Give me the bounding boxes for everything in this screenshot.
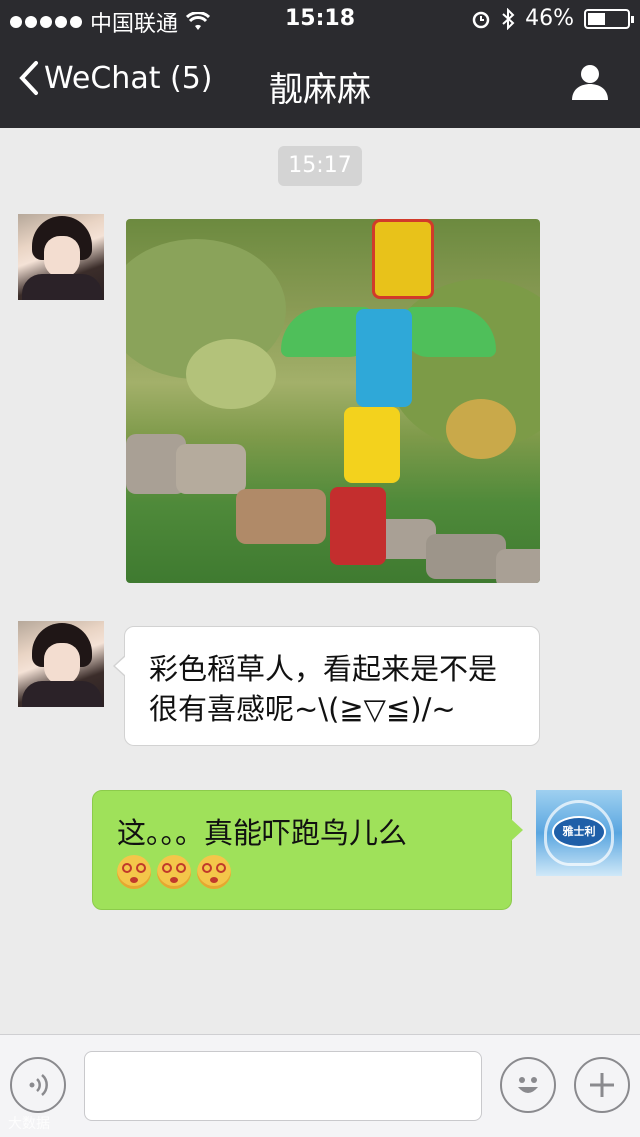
dizzy-face-icon: [117, 855, 151, 889]
my-avatar[interactable]: 雅士利: [536, 790, 622, 876]
profile-icon[interactable]: [570, 62, 610, 102]
incoming-message-bubble[interactable]: 彩色稻草人，看起来是不是很有喜感呢~\(≧▽≦)/~: [113, 626, 540, 746]
plus-icon: [590, 1073, 614, 1097]
input-bar: [0, 1034, 640, 1137]
chat-area[interactable]: 15:17 彩色稻草人，看起来是不是很有喜感呢~\(≧▽≦)/~ 这。。。真能吓…: [0, 128, 640, 1034]
alarm-icon: [472, 11, 490, 28]
message-text: 彩色稻草人，看起来是不是很有喜感呢~\(≧▽≦)/~: [149, 652, 498, 726]
battery-icon: [584, 8, 634, 29]
more-button[interactable]: [574, 1057, 630, 1113]
message-input[interactable]: [84, 1051, 482, 1121]
dizzy-face-icon: [197, 855, 231, 889]
contact-avatar[interactable]: [18, 621, 104, 707]
chat-title: 靓麻麻: [269, 70, 371, 110]
status-bar: 中国联通 15:18 46%: [0, 0, 640, 40]
watermark: 大数据: [8, 1116, 50, 1132]
contact-avatar[interactable]: [18, 214, 104, 300]
voice-icon: [29, 1074, 48, 1096]
image-message[interactable]: [126, 219, 540, 583]
brand-logo: 雅士利: [552, 816, 606, 848]
voice-button[interactable]: [10, 1057, 66, 1113]
message-text: 这。。。真能吓跑鸟儿么: [117, 816, 408, 850]
status-right: 46%: [471, 6, 634, 31]
emoji-row: [117, 855, 487, 889]
smiley-icon: [518, 1077, 538, 1093]
battery-percent: 46%: [525, 6, 574, 31]
nav-bar: WeChat (5) 靓麻麻: [0, 40, 640, 128]
message-timestamp: 15:17: [278, 146, 362, 186]
emoji-button[interactable]: [500, 1057, 556, 1113]
bluetooth-icon: [502, 7, 515, 30]
dizzy-face-icon: [157, 855, 191, 889]
outgoing-message-bubble[interactable]: 这。。。真能吓跑鸟儿么: [92, 790, 523, 910]
